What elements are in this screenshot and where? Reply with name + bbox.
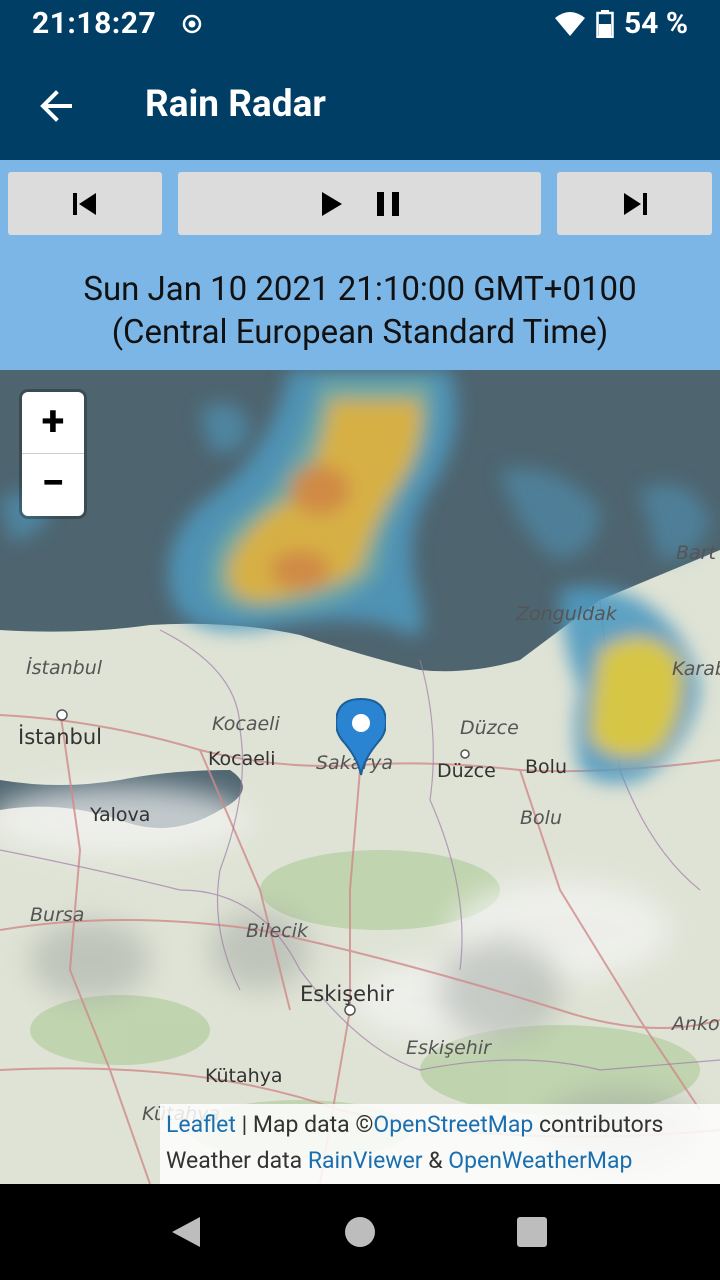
label-zonguldak: Zonguldak xyxy=(516,603,617,625)
leaflet-link[interactable]: Leaflet xyxy=(166,1111,236,1138)
label-bolu-province: Bolu xyxy=(520,807,562,829)
map-background[interactable] xyxy=(0,370,720,1184)
label-kocaeli-province: Kocaeli xyxy=(212,713,280,735)
label-istanbul: İstanbul xyxy=(18,725,103,749)
attribution-amp-text: & xyxy=(422,1147,449,1174)
openweathermap-link[interactable]: OpenWeatherMap xyxy=(448,1147,632,1174)
skip-next-icon xyxy=(623,192,647,215)
label-kocaeli: Kocaeli xyxy=(208,748,276,770)
radar-map[interactable]: İstanbul İstanbul Kocaeli Kocaeli Sakary… xyxy=(0,370,720,1184)
navigation-bar xyxy=(0,1184,720,1280)
label-karabuk: Karab xyxy=(672,658,720,680)
battery-percent: 54 % xyxy=(623,6,688,41)
page-title: Rain Radar xyxy=(145,83,326,126)
wifi-icon xyxy=(554,11,585,36)
label-bartin: Bart xyxy=(676,542,716,564)
openstreetmap-link[interactable]: OpenStreetMap xyxy=(373,1111,533,1138)
timestamp-line-1: Sun Jan 10 2021 21:10:00 GMT+0100 xyxy=(83,270,637,309)
label-bolu: Bolu xyxy=(525,756,567,778)
next-frame-button[interactable] xyxy=(557,172,712,235)
play-icon[interactable] xyxy=(320,191,344,217)
nav-home-icon[interactable] xyxy=(344,1216,376,1248)
zoom-in-button[interactable]: + xyxy=(22,392,84,454)
status-time: 21:18:27 xyxy=(32,6,157,41)
zoom-control: + − xyxy=(22,392,84,516)
timestamp-line-2: (Central European Standard Time) xyxy=(111,313,609,352)
label-yalova: Yalova xyxy=(90,804,151,826)
attribution-map-data-text: | Map data © xyxy=(235,1111,374,1138)
nav-back-icon[interactable] xyxy=(170,1215,202,1249)
frame-timestamp: Sun Jan 10 2021 21:10:00 GMT+0100 (Centr… xyxy=(0,268,720,354)
status-bar: 21:18:27 54 % xyxy=(0,0,720,52)
previous-frame-button[interactable] xyxy=(8,172,162,235)
label-bilecik: Bilecik xyxy=(246,920,309,942)
app-bar: Rain Radar xyxy=(0,52,720,160)
record-icon xyxy=(182,14,202,34)
label-duzce-province: Düzce xyxy=(460,717,519,739)
attribution-weather-text: Weather data xyxy=(166,1147,308,1174)
location-marker-icon[interactable] xyxy=(336,698,386,776)
battery-icon xyxy=(596,9,614,38)
label-eskisehir-province: Eskişehir xyxy=(406,1037,491,1059)
zoom-out-button[interactable]: − xyxy=(22,454,84,515)
pause-icon[interactable] xyxy=(376,191,400,217)
play-pause-button[interactable] xyxy=(178,172,541,235)
label-istanbul-province: İstanbul xyxy=(26,657,103,679)
label-duzce: Düzce xyxy=(437,760,496,782)
nav-recents-icon[interactable] xyxy=(516,1216,548,1248)
label-kutahya: Kütahya xyxy=(205,1065,283,1087)
playback-panel: Sun Jan 10 2021 21:10:00 GMT+0100 (Centr… xyxy=(0,160,720,370)
skip-previous-icon xyxy=(73,192,96,215)
map-attribution: Leaflet | Map data ©OpenStreetMap contri… xyxy=(160,1104,720,1184)
attribution-contributors-text: contributors xyxy=(533,1111,664,1138)
label-ankara: Anko xyxy=(672,1013,720,1035)
label-bursa: Bursa xyxy=(30,904,85,926)
label-eskisehir: Eskişehir xyxy=(300,982,394,1006)
back-arrow-icon[interactable] xyxy=(36,86,76,126)
rainviewer-link[interactable]: RainViewer xyxy=(308,1147,423,1174)
